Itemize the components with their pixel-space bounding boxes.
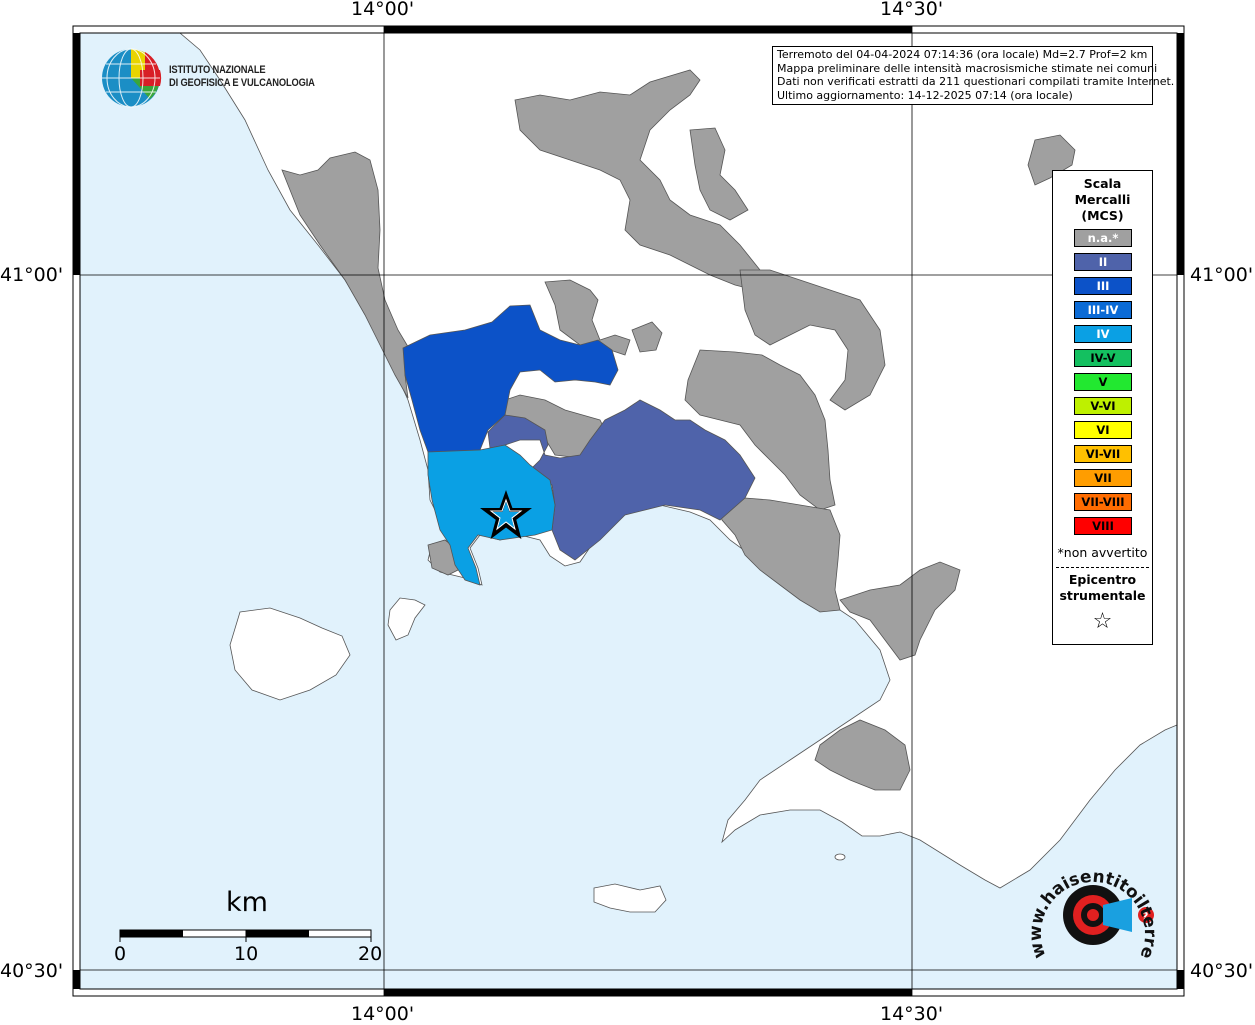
legend-title: Scala Mercalli (MCS) [1074, 176, 1131, 223]
legend-separator [1056, 567, 1149, 568]
scale-label-10: 10 [234, 943, 259, 965]
map-description-line: Mappa preliminare delle intensità macros… [777, 61, 1158, 75]
legend-swatch: VIII [1074, 517, 1132, 535]
lat-label-right-top: 41°00' [1190, 264, 1254, 286]
legend-swatch: IV [1074, 325, 1132, 343]
lon-label-top-right: 14°30' [880, 0, 944, 20]
legend-swatch: VII [1074, 469, 1132, 487]
last-update-line: Ultimo aggiornamento: 14-12-2025 07:14 (… [777, 88, 1073, 102]
legend-swatch: VI-VII [1074, 445, 1132, 463]
ingv-logo-text: ISTITUTO NAZIONALE DI GEOFISICA E VULCAN… [169, 64, 315, 90]
lat-label-right-bottom: 40°30' [1190, 960, 1254, 982]
epicenter-legend-star-icon: ☆ [1092, 609, 1113, 634]
lat-label-left-bottom: 40°30' [0, 960, 64, 982]
event-line: Terremoto del 04-04-2024 07:14:36 (ora l… [777, 48, 1148, 61]
legend-swatch: III [1074, 277, 1132, 295]
legend-note: *non avvertito [1057, 545, 1148, 560]
legend-swatch: VI [1074, 421, 1132, 439]
lon-label-bottom-right: 14°30' [880, 1003, 944, 1025]
lon-label-bottom-left: 14°00' [351, 1003, 415, 1025]
legend-swatch: II [1074, 253, 1132, 271]
legend-swatch: n.a.* [1074, 229, 1132, 247]
logo-line1: ISTITUTO NAZIONALE [169, 64, 266, 76]
epicenter-legend-label: Epicentro strumentale [1059, 572, 1146, 603]
legend-swatch: V-VI [1074, 397, 1132, 415]
legend-swatch: V [1074, 373, 1132, 391]
scale-label-0: 0 [114, 943, 127, 965]
islet [834, 853, 846, 861]
lon-label-top-left: 14°00' [351, 0, 415, 20]
event-info-box: Terremoto del 04-04-2024 07:14:36 (ora l… [772, 46, 1175, 105]
lat-label-left-top: 41°00' [0, 264, 64, 286]
legend-swatch: III-IV [1074, 301, 1132, 319]
legend-swatch: VII-VIII [1074, 493, 1132, 511]
scale-unit: km [226, 887, 268, 918]
scale-label-20: 20 [358, 943, 383, 965]
mcs-legend: Scala Mercalli (MCS) n.a.* II III III-IV IV I… [1052, 170, 1153, 645]
legend-swatch: IV-V [1074, 349, 1132, 367]
data-source-line: Dati non verificati estratti da 211 ques… [777, 75, 1175, 88]
logo-line2: DI GEOFISICA E VULCANOLOGIA [169, 77, 315, 89]
